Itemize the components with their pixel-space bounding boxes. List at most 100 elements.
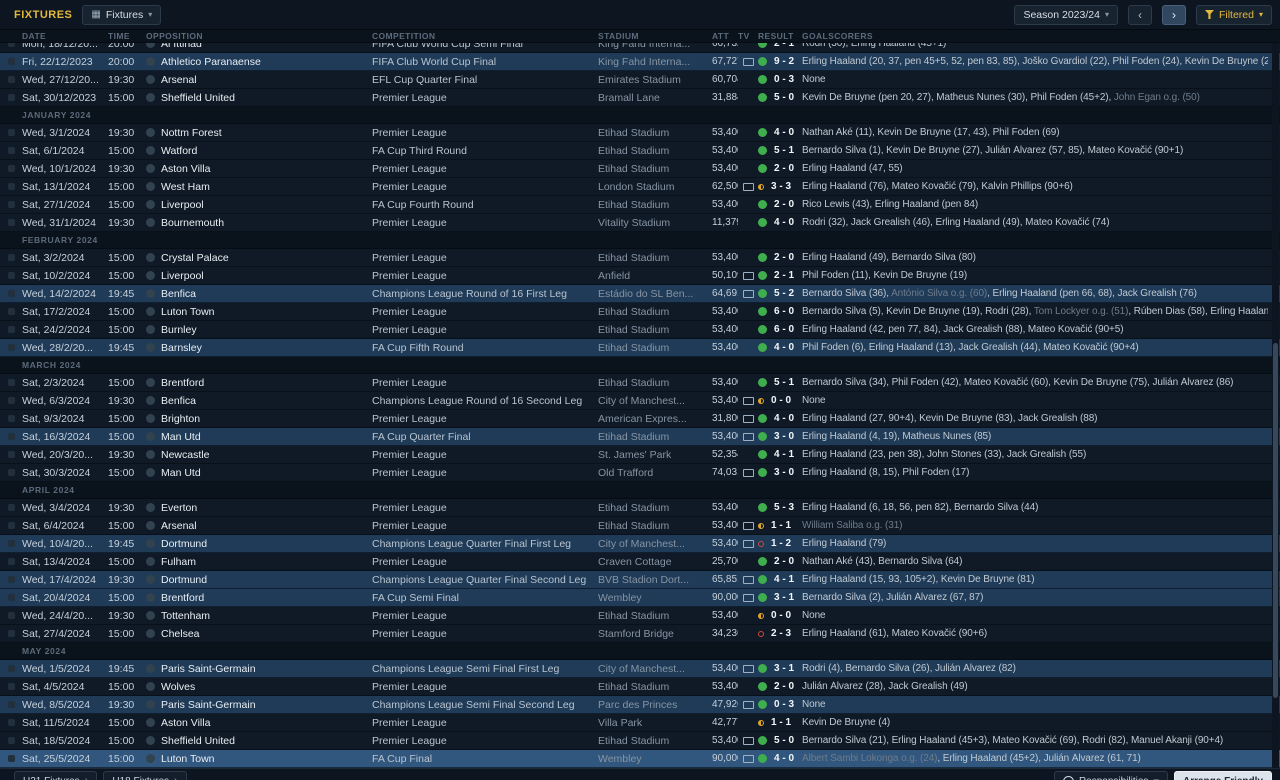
- fixture-row[interactable]: Sat, 11/5/2024 15:00 Aston Villa Premier Le…: [0, 714, 1280, 732]
- fixture-opposition[interactable]: Paris Saint-Germain: [146, 663, 372, 675]
- fixture-opposition[interactable]: West Ham: [146, 181, 372, 193]
- fixture-row[interactable]: Sat, 24/2/2024 15:00 Burnley Premier League…: [0, 321, 1280, 339]
- match-cell: [8, 592, 22, 604]
- column-header-time[interactable]: TIME: [108, 31, 146, 41]
- fixture-row[interactable]: Sat, 2/3/2024 15:00 Brentford Premier Leagu…: [0, 374, 1280, 392]
- fixture-opposition[interactable]: Sheffield United: [146, 92, 372, 104]
- fixture-opposition[interactable]: Fulham: [146, 556, 372, 568]
- column-header-goalscorers[interactable]: GOALSCORERS: [802, 31, 1268, 41]
- match-cell: [8, 288, 22, 300]
- fixture-opposition[interactable]: Barnsley: [146, 342, 372, 354]
- fixture-row[interactable]: Wed, 8/5/2024 19:30 Paris Saint-Germain Cha…: [0, 696, 1280, 714]
- fixture-opposition[interactable]: Crystal Palace: [146, 252, 372, 264]
- fixture-opposition[interactable]: Arsenal: [146, 74, 372, 86]
- fixture-opposition[interactable]: Benfica: [146, 395, 372, 407]
- fixture-row[interactable]: Sat, 13/1/2024 15:00 West Ham Premier Leagu…: [0, 178, 1280, 196]
- column-header-competition[interactable]: COMPETITION: [372, 31, 594, 41]
- fixture-opposition[interactable]: Aston Villa: [146, 717, 372, 729]
- season-selector[interactable]: Season 2023/24 ▾: [1014, 4, 1118, 25]
- fixture-row[interactable]: Wed, 27/12/20... 19:30 Arsenal EFL Cup Quar…: [0, 71, 1280, 89]
- fixture-opposition[interactable]: Luton Town: [146, 753, 372, 765]
- fixture-row[interactable]: Wed, 20/3/20... 19:30 Newcastle Premier Lea…: [0, 446, 1280, 464]
- column-header-date[interactable]: DATE: [22, 31, 108, 41]
- scrollbar-thumb[interactable]: [1273, 343, 1278, 698]
- fixture-row[interactable]: Sat, 3/2/2024 15:00 Crystal Palace Premier …: [0, 249, 1280, 267]
- fixture-opposition[interactable]: Brighton: [146, 413, 372, 425]
- fixture-opposition[interactable]: Bournemouth: [146, 217, 372, 229]
- fixture-opposition[interactable]: Paris Saint-Germain: [146, 699, 372, 711]
- fixture-opposition[interactable]: Burnley: [146, 324, 372, 336]
- fixture-opposition[interactable]: Liverpool: [146, 199, 372, 211]
- fixture-row[interactable]: Wed, 6/3/2024 19:30 Benfica Champions Leagu…: [0, 392, 1280, 410]
- fixture-opposition[interactable]: Al Ittihad: [146, 43, 372, 50]
- fixture-opposition[interactable]: Tottenham: [146, 610, 372, 622]
- fixture-row[interactable]: Wed, 3/4/2024 19:30 Everton Premier League E…: [0, 499, 1280, 517]
- column-header-stadium[interactable]: STADIUM: [594, 31, 704, 41]
- column-header-att[interactable]: ATT: [704, 31, 738, 41]
- fixture-row[interactable]: Wed, 3/1/2024 19:30 Nottm Forest Premier Le…: [0, 124, 1280, 142]
- match-cell: [8, 74, 22, 86]
- month-header: APRIL 2024: [0, 482, 1280, 499]
- fixture-opposition[interactable]: Luton Town: [146, 306, 372, 318]
- fixture-score: 1 - 2: [771, 538, 792, 549]
- next-season-button[interactable]: ›: [1161, 4, 1186, 25]
- fixture-opposition[interactable]: Chelsea: [146, 628, 372, 640]
- fixture-opposition[interactable]: Newcastle: [146, 449, 372, 461]
- fixture-row[interactable]: Wed, 28/2/20... 19:45 Barnsley FA Cup Fifth…: [0, 339, 1280, 357]
- u18-fixtures-button[interactable]: U18 Fixtures ›: [103, 771, 187, 780]
- fixture-opposition[interactable]: Athletico Paranaense: [146, 56, 372, 68]
- fixture-opposition[interactable]: Man Utd: [146, 431, 372, 443]
- fixture-row[interactable]: Wed, 10/1/2024 19:30 Aston Villa Premier Le…: [0, 160, 1280, 178]
- fixture-opposition[interactable]: Liverpool: [146, 270, 372, 282]
- fixture-row[interactable]: Sat, 30/12/2023 15:00 Sheffield United Prem…: [0, 89, 1280, 107]
- view-selector[interactable]: ▦ Fixtures ▾: [82, 4, 162, 25]
- fixture-opposition[interactable]: Dortmund: [146, 538, 372, 550]
- column-header-opposition[interactable]: OPPOSITION: [146, 31, 372, 41]
- fixture-opposition[interactable]: Wolves: [146, 681, 372, 693]
- filter-button[interactable]: Filtered ▾: [1195, 4, 1272, 25]
- fixture-score: 3 - 1: [774, 592, 795, 603]
- fixture-row[interactable]: Sat, 10/2/2024 15:00 Liverpool Premier Leag…: [0, 267, 1280, 285]
- arrange-friendly-button[interactable]: Arrange Friendly: [1173, 771, 1272, 780]
- fixture-row[interactable]: Sat, 20/4/2024 15:00 Brentford FA Cup Semi …: [0, 589, 1280, 607]
- vertical-scrollbar[interactable]: [1272, 43, 1279, 768]
- fixture-row[interactable]: Sat, 9/3/2024 15:00 Brighton Premier League…: [0, 410, 1280, 428]
- fixture-row[interactable]: Wed, 24/4/20... 19:30 Tottenham Premier Lea…: [0, 607, 1280, 625]
- fixture-row[interactable]: Sat, 30/3/2024 15:00 Man Utd Premier League…: [0, 464, 1280, 482]
- fixture-row[interactable]: Wed, 31/1/2024 19:30 Bournemouth Premier Le…: [0, 214, 1280, 232]
- fixture-row[interactable]: Sat, 6/4/2024 15:00 Arsenal Premier League E…: [0, 517, 1280, 535]
- fixture-opposition[interactable]: Sheffield United: [146, 735, 372, 747]
- u21-fixtures-button[interactable]: U21 Fixtures ›: [14, 771, 98, 780]
- fixture-opposition[interactable]: Aston Villa: [146, 163, 372, 175]
- previous-season-button[interactable]: ‹: [1127, 4, 1152, 25]
- fixture-row[interactable]: Fri, 22/12/2023 20:00 Athletico Paranaense…: [0, 53, 1280, 71]
- fixture-row[interactable]: Sat, 4/5/2024 15:00 Wolves Premier League Et…: [0, 678, 1280, 696]
- fixture-row[interactable]: Mon, 18/12/20... 20:00 Al Ittihad FIFA Club…: [0, 43, 1280, 53]
- fixture-row[interactable]: Sat, 27/1/2024 15:00 Liverpool FA Cup Fourt…: [0, 196, 1280, 214]
- fixture-row[interactable]: Wed, 10/4/20... 19:45 Dortmund Champions Le…: [0, 535, 1280, 553]
- fixture-opposition[interactable]: Brentford: [146, 592, 372, 604]
- fixture-row[interactable]: Sat, 17/2/2024 15:00 Luton Town Premier Lea…: [0, 303, 1280, 321]
- fixture-row[interactable]: Sat, 27/4/2024 15:00 Chelsea Premier League…: [0, 625, 1280, 643]
- fixture-competition: Premier League: [372, 680, 447, 693]
- fixture-row[interactable]: Sat, 6/1/2024 15:00 Watford FA Cup Third Ro…: [0, 142, 1280, 160]
- fixture-row[interactable]: Sat, 16/3/2024 15:00 Man Utd FA Cup Quarter…: [0, 428, 1280, 446]
- fixture-opposition[interactable]: Everton: [146, 502, 372, 514]
- column-header-tv[interactable]: TV: [738, 31, 758, 41]
- fixture-row[interactable]: Wed, 1/5/2024 19:45 Paris Saint-Germain Cha…: [0, 660, 1280, 678]
- fixture-row[interactable]: Wed, 14/2/2024 19:45 Benfica Champions Leag…: [0, 285, 1280, 303]
- fixture-row[interactable]: Sat, 25/5/2024 15:00 Luton Town FA Cup Fina…: [0, 750, 1280, 768]
- column-header-result[interactable]: RESULT: [758, 31, 802, 41]
- fixture-opposition[interactable]: Nottm Forest: [146, 127, 372, 139]
- fixture-row[interactable]: Sat, 13/4/2024 15:00 Fulham Premier League C…: [0, 553, 1280, 571]
- fixture-row[interactable]: Sat, 18/5/2024 15:00 Sheffield United Premi…: [0, 732, 1280, 750]
- fixture-opposition[interactable]: Watford: [146, 145, 372, 157]
- fixture-opposition[interactable]: Benfica: [146, 288, 372, 300]
- fixture-opposition[interactable]: Arsenal: [146, 520, 372, 532]
- responsibilities-button[interactable]: Responsibilities ▾: [1053, 771, 1168, 780]
- fixture-opposition[interactable]: Man Utd: [146, 467, 372, 479]
- fixture-opposition[interactable]: Dortmund: [146, 574, 372, 586]
- fixture-opposition[interactable]: Brentford: [146, 377, 372, 389]
- fixture-row[interactable]: Wed, 17/4/2024 19:30 Dortmund Champions Lea…: [0, 571, 1280, 589]
- fixture-competition: Premier League: [372, 180, 447, 193]
